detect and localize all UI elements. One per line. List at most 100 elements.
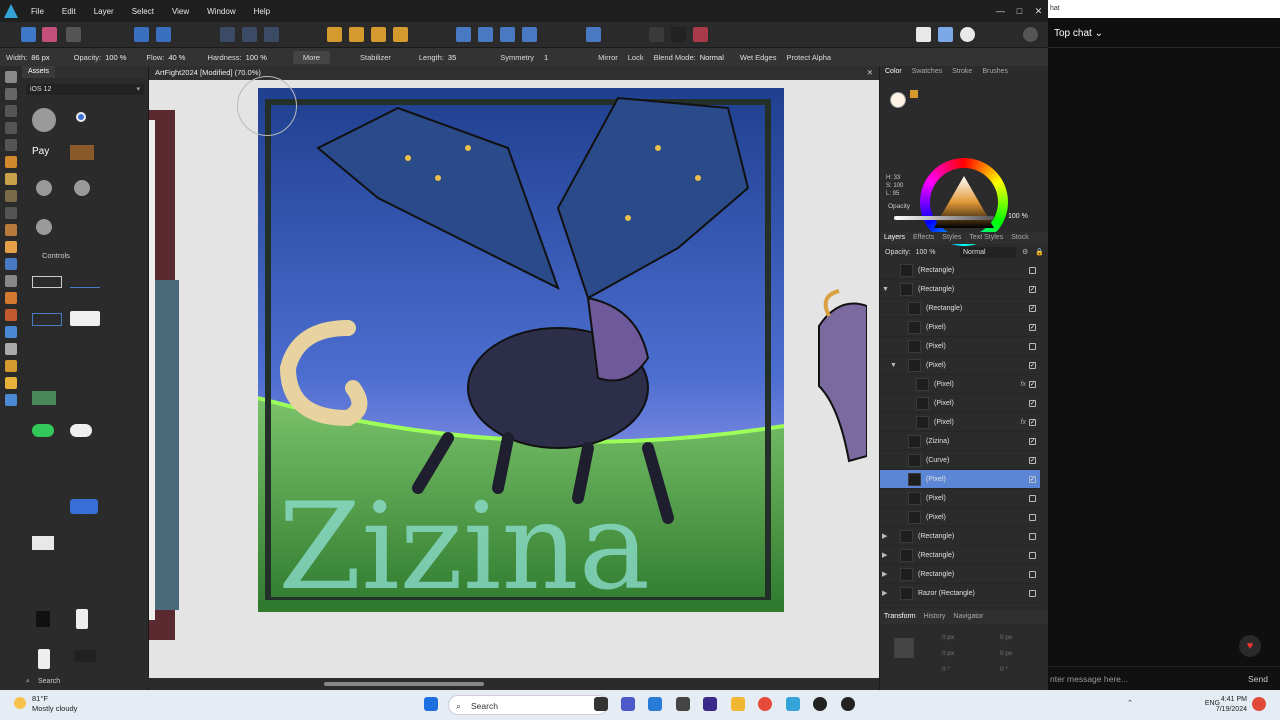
layer-row[interactable]: (Pixel) ✓ [880,470,1040,489]
timer-icon[interactable] [74,574,88,588]
expand-icon[interactable]: ▶ [882,584,887,603]
layer-row[interactable]: ▶ (Rectangle) [880,527,1040,546]
map-asset[interactable] [32,391,56,405]
layer-row[interactable]: (Pixel) [880,337,1040,356]
crop-tool-icon[interactable] [5,105,17,117]
rotate-right-icon[interactable] [522,27,537,42]
fill-color-swatch[interactable] [890,92,906,108]
tab-styles[interactable]: Styles [938,232,965,244]
assistant-icon[interactable] [916,27,931,42]
store-icon[interactable] [648,697,662,711]
transform-y[interactable]: 0 px [942,650,954,657]
button-asset-3[interactable] [36,219,52,235]
fill-tool-icon[interactable] [5,258,17,270]
menu-edit[interactable]: Edit [53,7,85,16]
opacity-value[interactable]: 100 % [105,53,126,62]
selection-tool-icon[interactable] [5,122,17,134]
layer-visibility-checkbox[interactable] [1029,514,1036,521]
layer-row[interactable]: (Rectangle) [880,261,1040,280]
button-asset-2[interactable] [74,180,90,196]
smudge-tool-icon[interactable] [5,275,17,287]
camera-icon[interactable] [74,536,90,550]
flashlight-icon[interactable] [36,611,50,627]
hardness-value[interactable]: 100 % [246,53,267,62]
media-player-icon[interactable] [841,697,855,711]
expand-icon[interactable]: ▶ [882,565,887,584]
gear-icon[interactable]: ⚙ [1022,246,1028,259]
affinity-photo-icon[interactable] [786,697,800,711]
transform-x[interactable]: 0 px [942,634,954,641]
account-icon[interactable] [1023,27,1038,42]
selection-add-icon[interactable] [242,27,257,42]
erase-tool-icon[interactable] [5,241,17,253]
selection-mode-icon[interactable] [220,27,235,42]
taskbar-clock[interactable]: 4:41 PM 7/19/2024 [1216,695,1247,715]
menu-file[interactable]: File [22,7,53,16]
transform-width[interactable]: 0 px [1000,634,1012,641]
layer-row[interactable]: ▶ (Rectangle) [880,546,1040,565]
layer-visibility-checkbox[interactable] [1029,495,1036,502]
layer-row[interactable]: (Pixel) [880,489,1040,508]
layer-visibility-checkbox[interactable]: ✓ [1029,400,1036,407]
lasso-tool-icon[interactable] [5,156,17,168]
layer-row[interactable]: (Pixel) fx ✓ [880,375,1040,394]
tab-stroke[interactable]: Stroke [947,68,977,75]
widget-asset[interactable] [74,650,96,662]
fx-icon[interactable]: fx [1021,375,1026,394]
vector-brush-icon[interactable] [5,360,17,372]
layer-row[interactable]: (Pixel) ✓ [880,394,1040,413]
search-field-asset[interactable] [32,313,62,326]
layer-visibility-checkbox[interactable]: ✓ [1029,419,1036,426]
move-tool-icon[interactable] [5,71,17,83]
maximize-icon[interactable]: □ [1010,6,1029,16]
menu-window[interactable]: Window [198,7,244,16]
color-picker-icon[interactable] [960,27,975,42]
magnet-icon[interactable] [693,27,708,42]
layer-visibility-checkbox[interactable] [1029,571,1036,578]
alignment-icon[interactable] [586,27,601,42]
system-tray[interactable]: ⌃ ENG [1127,699,1220,707]
layer-visibility-checkbox[interactable]: ✓ [1029,476,1036,483]
tone-mapping-icon[interactable] [156,27,171,42]
tab-brushes[interactable]: Brushes [977,68,1013,75]
view-tool-icon[interactable] [5,88,17,100]
layer-row[interactable]: (Rectangle) ✓ [880,299,1040,318]
symmetry-checkbox[interactable]: Symmetry [500,53,534,62]
layer-row[interactable]: (Curve) ✓ [880,451,1040,470]
affinity-designer-icon[interactable] [703,697,717,711]
flip-vertical-icon[interactable] [478,27,493,42]
lock-checkbox[interactable]: Lock [628,53,644,62]
close-icon[interactable]: ✕ [1029,6,1048,17]
paint-brush-tool-icon[interactable] [5,173,17,185]
horizontal-scroll-thumb[interactable] [324,682,484,686]
symmetry-value[interactable]: 1 [544,53,548,62]
transform-shear[interactable]: 0 ° [1000,666,1008,673]
send-button[interactable]: Send [1248,667,1268,691]
heart-icon[interactable]: ♥ [1239,635,1261,657]
text-field-asset[interactable] [32,276,62,288]
expand-icon[interactable]: ▶ [882,527,887,546]
radio-asset[interactable] [76,112,86,122]
expand-icon[interactable]: ▶ [882,546,887,565]
start-icon[interactable] [424,697,438,711]
layer-row[interactable]: ▼ (Pixel) ✓ [880,356,1040,375]
asset-search-field[interactable]: ⌕ Search [22,675,149,688]
tab-stock[interactable]: Stock [1007,232,1033,244]
burn-tool-icon[interactable] [5,309,17,321]
arrange-back-icon[interactable] [327,27,342,42]
quick-mask-icon[interactable] [938,27,953,42]
wet-edges-checkbox[interactable]: Wet Edges [740,53,777,62]
tab-layers[interactable]: Layers [880,232,909,244]
anchor-icon[interactable] [894,638,914,658]
tab-navigator[interactable]: Navigator [949,610,987,624]
tab-assets[interactable]: Assets [22,66,56,78]
slider-vertical-asset[interactable] [76,609,88,629]
selection-subtract-icon[interactable] [264,27,279,42]
layer-row[interactable]: (Zizina) ✓ [880,432,1040,451]
develop-persona-icon[interactable] [134,27,149,42]
avatar-asset[interactable] [32,108,56,132]
arrange-forward-icon[interactable] [371,27,386,42]
tab-color[interactable]: Color [880,68,907,75]
chat-mode-dropdown[interactable]: Top chat ⌄ [1048,18,1280,48]
button-asset-1[interactable] [36,180,52,196]
